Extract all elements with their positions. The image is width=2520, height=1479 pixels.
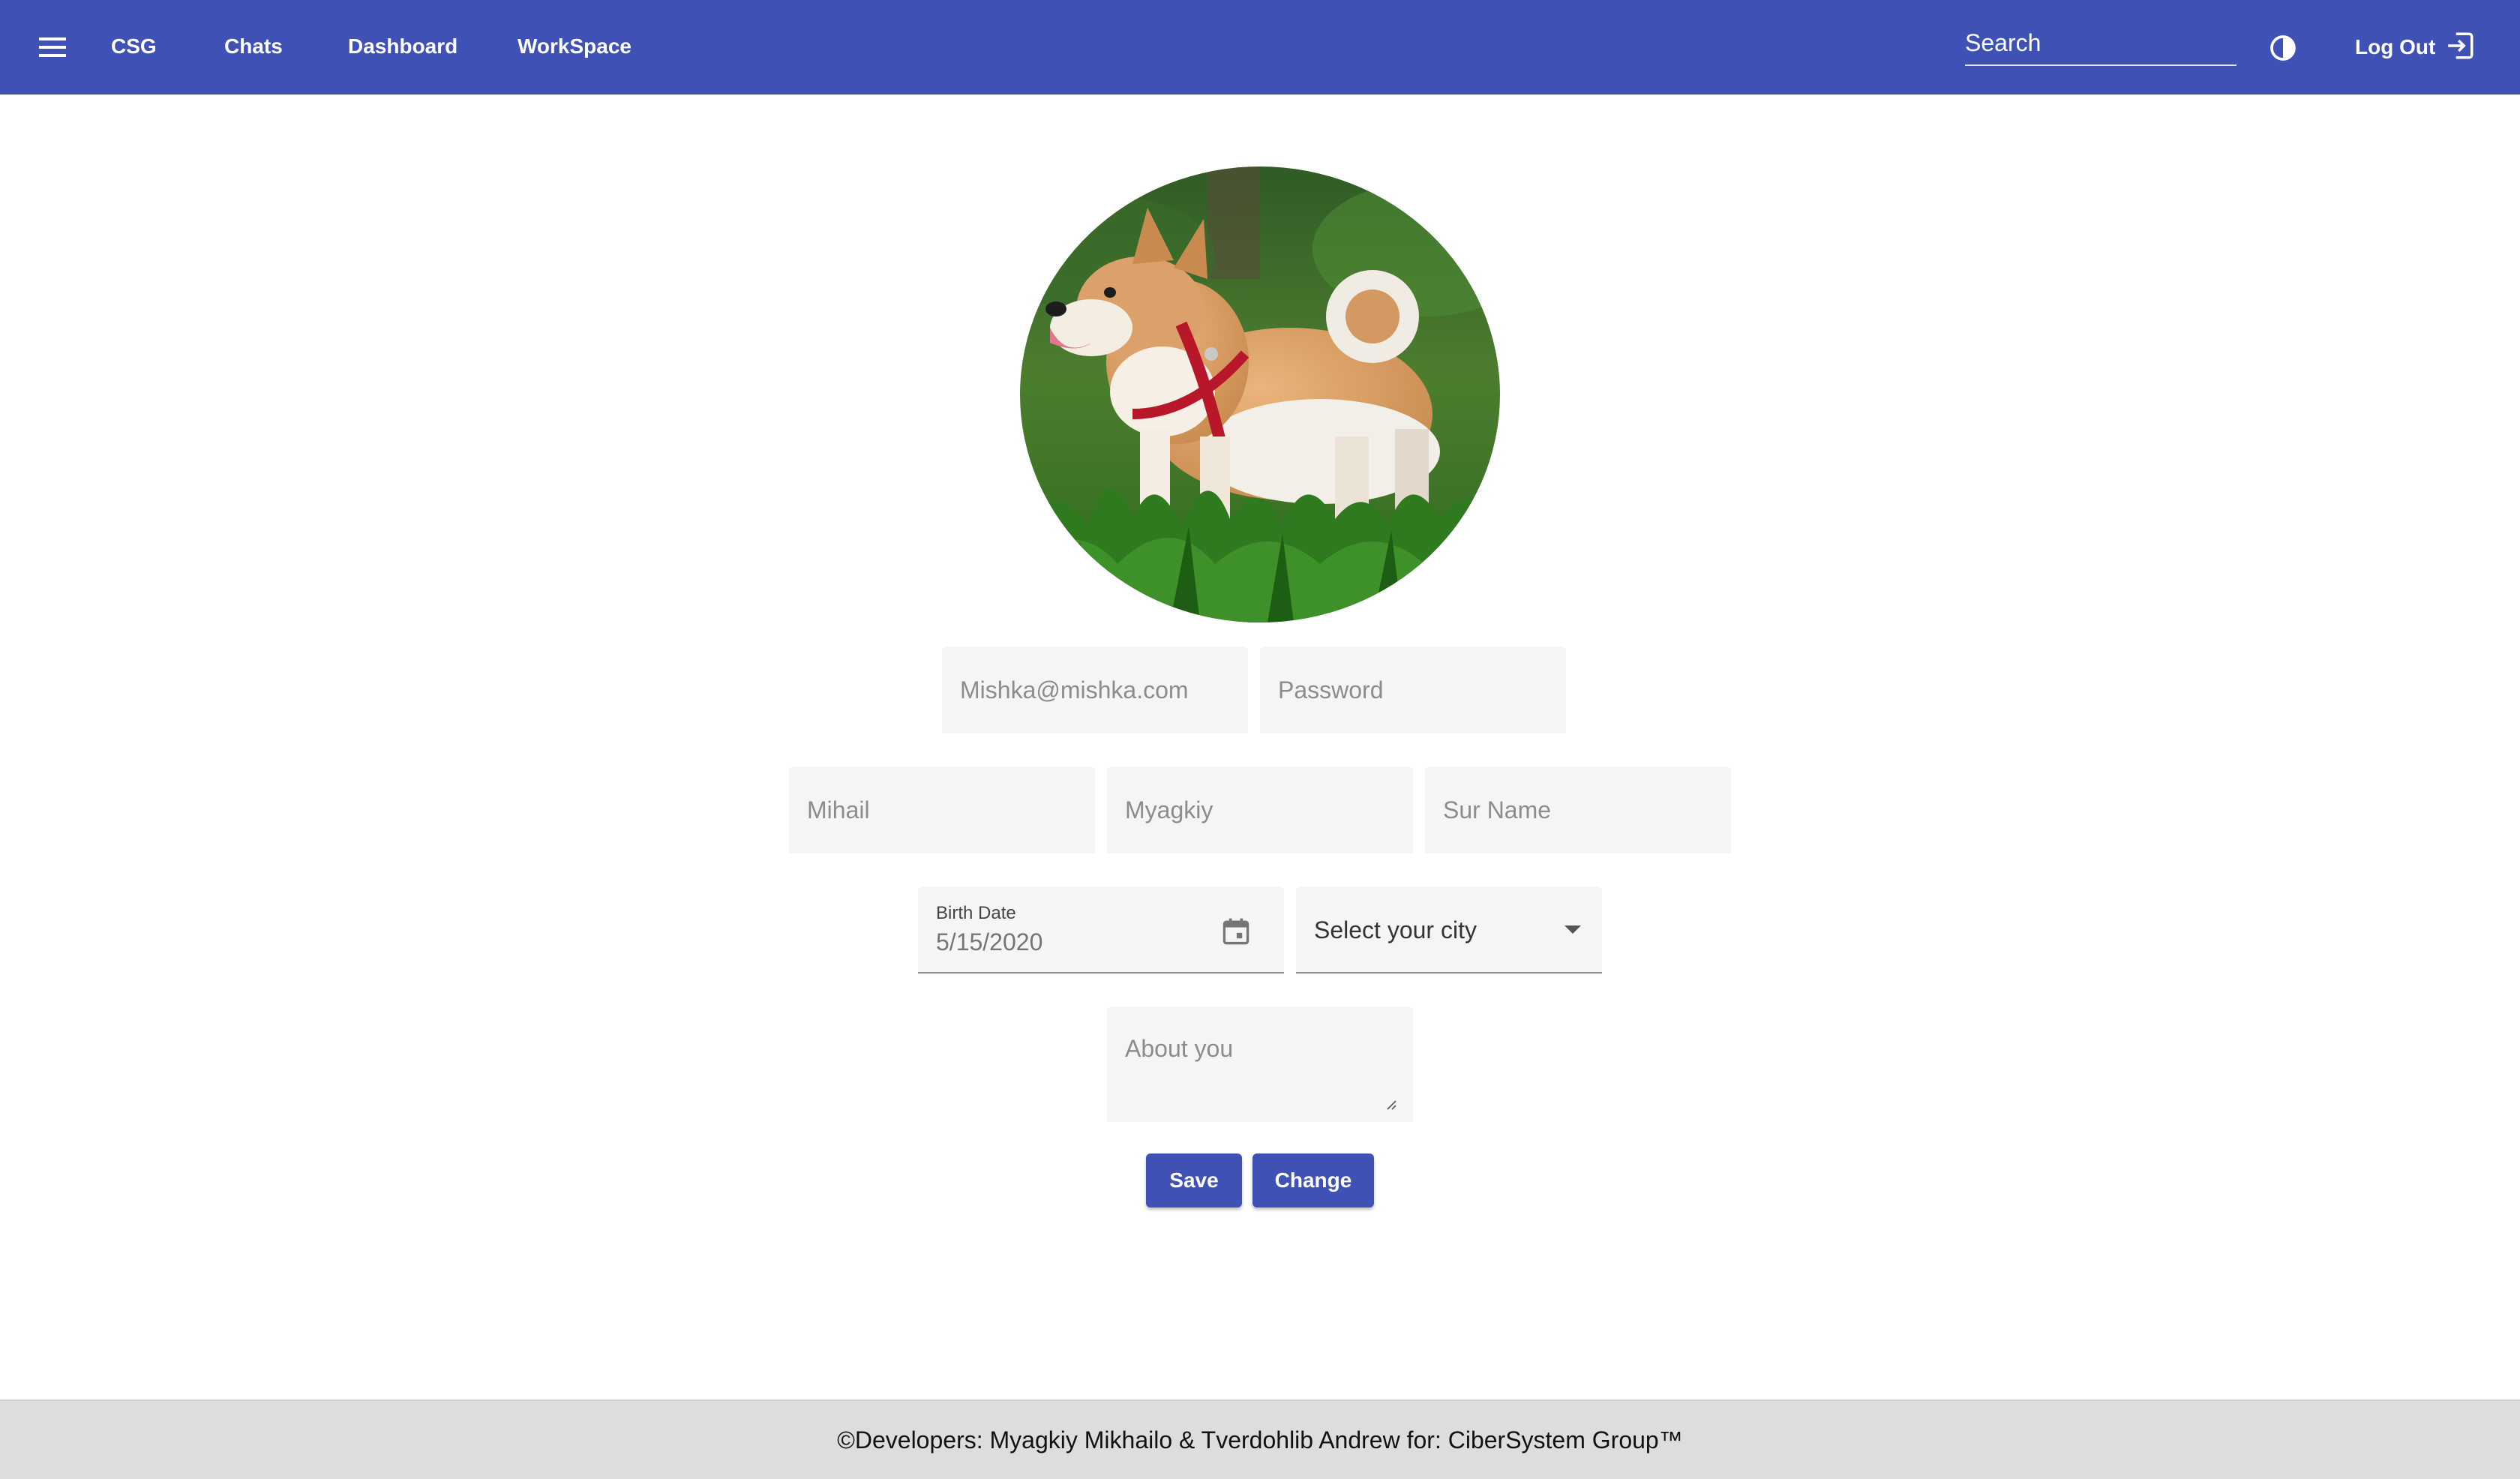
birth-date-field: Birth Date	[918, 886, 1284, 974]
about-field-container	[1107, 1006, 1413, 1122]
search-input[interactable]	[1965, 24, 2236, 62]
birth-date-input[interactable]	[936, 928, 1191, 956]
sur-name-field[interactable]	[1425, 766, 1731, 854]
password-field[interactable]	[1260, 646, 1566, 734]
dog-photo	[1020, 166, 1500, 622]
change-button[interactable]: Change	[1252, 1154, 1374, 1208]
profile-avatar[interactable]	[1020, 166, 1500, 622]
contrast-icon[interactable]	[2268, 33, 2298, 63]
nav-link-chats[interactable]: Chats	[224, 32, 283, 61]
menu-icon[interactable]	[34, 30, 74, 64]
nav-link-workspace[interactable]: WorkSpace	[518, 32, 632, 61]
nav-link-csg[interactable]: CSG	[111, 32, 157, 61]
search-field	[1965, 22, 2236, 66]
logout-icon	[2444, 30, 2476, 65]
email-field[interactable]	[942, 646, 1248, 734]
resize-handle-icon[interactable]	[1384, 1098, 1396, 1110]
save-button[interactable]: Save	[1146, 1154, 1242, 1208]
logout-label: Log Out	[2355, 35, 2436, 58]
footer-copyright: ©Developers: Myagkiy Mikhailo & Tverdohl…	[837, 1426, 1683, 1454]
footer: ©Developers: Myagkiy Mikhailo & Tverdohl…	[0, 1400, 2520, 1479]
about-you-field[interactable]	[1107, 1006, 1413, 1122]
birth-date-label: Birth Date	[936, 903, 1016, 923]
dropdown-arrow-icon	[1564, 926, 1581, 934]
calendar-icon[interactable]	[1220, 915, 1252, 948]
nav-link-dashboard[interactable]: Dashboard	[348, 32, 458, 61]
logout-button[interactable]: Log Out	[2355, 28, 2476, 66]
last-name-field[interactable]	[1107, 766, 1413, 854]
top-app-bar: CSG Chats Dashboard WorkSpace Log Out	[0, 0, 2520, 94]
first-name-field[interactable]	[789, 766, 1095, 854]
city-select-value: Select your city	[1314, 916, 1477, 944]
city-select[interactable]: Select your city	[1296, 886, 1602, 974]
